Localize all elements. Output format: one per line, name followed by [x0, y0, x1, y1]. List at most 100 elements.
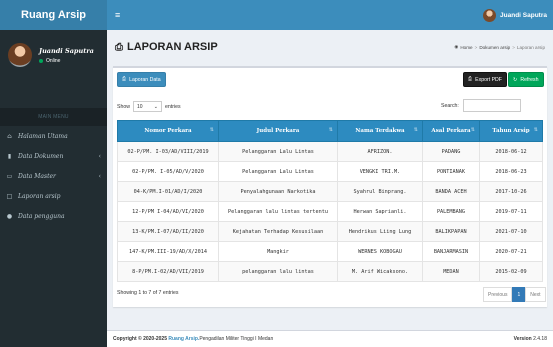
column-header-judul-perkara[interactable]: Judul Perkara ⇅ — [218, 120, 338, 142]
printer-icon: ⎙ — [115, 41, 123, 53]
column-header-label: Judul Perkara — [256, 128, 300, 134]
sidebar-item-data-dokumen[interactable]: ▮ Data Dokumen ‹ — [0, 146, 107, 166]
table-row: 04-K/PM.I-01/AD/I/2020 Penyalahgunaan Nar… — [117, 181, 543, 202]
table-cell: WERNES KOBOGAU — [337, 241, 423, 262]
version-number: 2.4.18 — [533, 336, 547, 342]
pagination-page-1[interactable]: 1 — [512, 287, 526, 302]
navbar-user-name: Juandi Saputra — [500, 11, 547, 19]
table-cell: 2018-06-12 — [479, 141, 543, 162]
app-logo[interactable]: Ruang Arsip — [0, 0, 107, 30]
sort-icon: ⇅ — [533, 127, 538, 133]
table-cell: 2017-10-26 — [479, 181, 543, 202]
table-cell: 02-P/PM. I-03/AD/VIII/2019 — [117, 141, 219, 162]
refresh-label: Refresh — [520, 76, 539, 83]
table-cell: Syahrul Binprang. — [337, 181, 423, 202]
footer-version: Version 2.4.18 — [514, 336, 547, 342]
table-cell: BALIKPAPAN — [422, 221, 480, 242]
breadcrumb: ◉ Home > Dokumen arsip > Laporan arsip — [454, 44, 545, 50]
search-input[interactable] — [462, 99, 521, 112]
export-pdf-button[interactable]: ⎙ Export PDF — [463, 72, 507, 87]
entries-select-value: 10 — [136, 103, 143, 110]
sidebar-item-halaman-utama[interactable]: ⌂ Halaman Utama — [0, 126, 107, 146]
pagination-previous[interactable]: Previous — [483, 287, 513, 302]
pagination-next[interactable]: Next — [525, 287, 546, 302]
table-cell: 12-P/PM I-04/AD/VI/2020 — [117, 201, 219, 222]
version-label: Version — [513, 336, 532, 342]
dashboard-icon: ◉ — [454, 44, 459, 49]
report-box: ⎙ Laporan Data ⎙ Export PDF ↻ Refresh Sh… — [113, 66, 547, 307]
breadcrumb-home[interactable]: Home — [460, 45, 472, 50]
table-row: 02-P/PM. I-03/AD/VIII/2019 Pelanggaran La… — [117, 141, 543, 162]
user-status: Online — [39, 58, 94, 64]
table-header-row: Nomor Perkara ⇅ Judul Perkara ⇅ Nama Terda… — [117, 120, 543, 142]
book-icon: ▮ — [7, 152, 12, 160]
sidebar-item-label: Halaman Utama — [18, 132, 68, 140]
archive-table: Nomor Perkara ⇅ Judul Perkara ⇅ Nama Terda… — [117, 120, 543, 282]
table-cell: 2021-07-10 — [479, 221, 543, 242]
avatar — [483, 8, 497, 22]
table-cell: PADANG — [422, 141, 480, 162]
breadcrumb-section[interactable]: Dokumen arsip — [479, 45, 510, 50]
table-cell: 04-K/PM.I-01/AD/I/2020 — [117, 181, 219, 202]
sidebar: Juandi Saputra Online MAIN MENU ⌂ Halama… — [0, 30, 107, 347]
sidebar-item-laporan-arsip[interactable]: □ Laporan arsip — [0, 186, 107, 206]
column-header-label: Tahun Arsip — [492, 128, 530, 134]
printer-icon: ⎙ — [468, 76, 473, 82]
table-cell: 2018-06-23 — [479, 161, 543, 182]
print-report-button[interactable]: ⎙ Laporan Data — [117, 72, 166, 87]
column-header-nama-terdakwa[interactable]: Nama Terdakwa ⇅ — [337, 120, 423, 142]
footer-brand-link[interactable]: Ruang Arsip. — [168, 336, 199, 342]
navbar-user-menu[interactable]: Juandi Saputra — [483, 8, 547, 22]
sidebar-user-name: Juandi Saputra — [39, 46, 94, 55]
refresh-icon: ↻ — [513, 76, 518, 83]
table-cell: Pelanggaran Lalu Lintas — [218, 141, 338, 162]
table-cell: 2015-02-09 — [479, 261, 543, 282]
sort-icon: ⇅ — [470, 127, 475, 133]
table-cell: pelanggaran lalu lintas — [218, 261, 338, 282]
table-cell: BANJARMASIN — [422, 241, 480, 262]
entries-select[interactable]: 10 ⌄ — [132, 101, 162, 112]
sidebar-item-data-pengguna[interactable]: ● Data pengguna — [0, 206, 107, 226]
refresh-button[interactable]: ↻ Refresh — [508, 72, 544, 87]
footer: Copyright © 2020-2025 Ruang Arsip.Pengad… — [107, 330, 553, 347]
table-cell: 8-P/PM.I-02/AD/VII/2019 — [117, 261, 219, 282]
table-cell: 147-K/PM.III-19/AD/X/2014 — [117, 241, 219, 262]
column-header-label: Asal Perkara — [431, 128, 471, 134]
column-header-label: Nomor Perkara — [144, 128, 192, 134]
table-cell: M. Arif Wicaksono. — [337, 261, 423, 282]
table-row: 12-P/PM I-04/AD/VI/2020 Pelanggaran lalu … — [117, 201, 543, 222]
table-cell: AFRIZON. — [337, 141, 423, 162]
print-report-label: Laporan Data — [129, 76, 161, 83]
table-cell: Herwan Saprianli. — [337, 201, 423, 222]
top-navbar: ≡ Juandi Saputra — [107, 0, 553, 30]
sidebar-item-label: Laporan arsip — [18, 192, 61, 200]
table-row: 02-P/PM. I-05/AD/V/2020 Pelanggaran Lalu … — [117, 161, 543, 182]
column-header-tahun-arsip[interactable]: Tahun Arsip ⇅ — [479, 120, 543, 142]
sort-icon: ⇅ — [328, 127, 333, 133]
table-cell: MEDAN — [422, 261, 480, 282]
monitor-icon: ▭ — [6, 172, 13, 180]
column-header-nomor-perkara[interactable]: Nomor Perkara ⇅ — [117, 120, 219, 142]
content-header: ⎙ LAPORAN ARSIP ◉ Home > Dokumen arsip >… — [107, 30, 553, 64]
table-row: 147-K/PM.III-19/AD/X/2014 Mangkir WERNES K… — [117, 241, 543, 262]
sidebar-item-data-master[interactable]: ▭ Data Master ‹ — [0, 166, 107, 186]
users-icon: ● — [6, 212, 13, 220]
column-header-asal-perkara[interactable]: Asal Perkara ⇅ — [422, 120, 480, 142]
table-cell: VENGKI TRI.M. — [337, 161, 423, 182]
column-header-label: Nama Terdakwa — [355, 128, 405, 134]
sidebar-item-label: Data pengguna — [18, 212, 65, 220]
breadcrumb-current: Laporan arsip — [516, 44, 545, 50]
export-pdf-label: Export PDF — [475, 76, 502, 83]
sort-icon: ⇅ — [209, 127, 214, 133]
table-cell: 13-K/PM.I-07/AD/II/2020 — [117, 221, 219, 242]
table-cell: PONTIANAK — [422, 161, 480, 182]
chevron-left-icon: ‹ — [98, 152, 101, 160]
user-status-label: Online — [46, 57, 61, 64]
chevron-left-icon: ‹ — [98, 172, 101, 180]
table-cell: Mangkir — [218, 241, 338, 262]
hamburger-icon[interactable]: ≡ — [115, 10, 120, 20]
table-cell: Hendrikus Liing Lung — [337, 221, 423, 242]
page-title: ⎙ LAPORAN ARSIP — [115, 41, 218, 53]
table-cell: 2020-07-21 — [479, 241, 543, 262]
user-panel: Juandi Saputra Online — [0, 30, 107, 80]
